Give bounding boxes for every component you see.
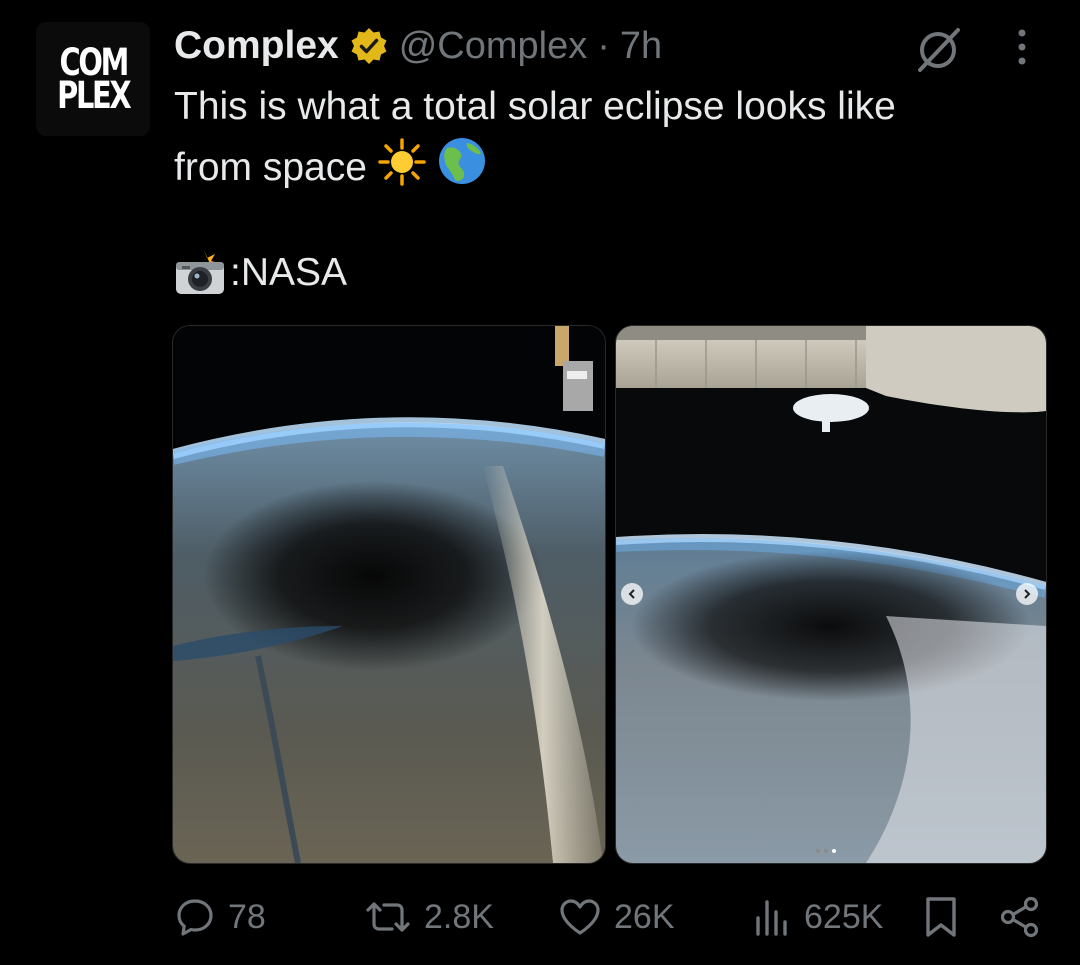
eclipse-photo-1-graphic — [173, 326, 605, 863]
repost-icon — [366, 902, 410, 932]
reply-icon — [177, 899, 213, 936]
tweet-text-line-1: This is what a total solar eclipse looks… — [174, 85, 896, 128]
repost-count: 2.8K — [424, 897, 494, 936]
analytics-icon — [756, 900, 787, 936]
tweet-action-bar: 78 2.8K 26K 625K — [0, 885, 1080, 949]
like-count: 26K — [614, 897, 675, 936]
photo-credit: :NASA — [174, 250, 347, 296]
share-button[interactable] — [998, 885, 1042, 949]
avatar-logo: COM PLEX — [56, 41, 131, 117]
timestamp[interactable]: 7h — [620, 25, 662, 68]
globe-americas-emoji-icon — [438, 138, 485, 184]
chevron-left-icon — [628, 589, 635, 599]
author-handle[interactable]: @Complex — [399, 25, 588, 68]
verified-badge-icon — [351, 28, 387, 64]
reply-count: 78 — [228, 897, 266, 936]
credit-text: :NASA — [230, 251, 348, 294]
eclipse-photo-2-graphic — [616, 326, 1046, 863]
view-count: 625K — [804, 897, 884, 936]
repost-button[interactable]: 2.8K — [364, 885, 494, 949]
reply-button[interactable]: 78 — [174, 885, 266, 949]
like-button[interactable]: 26K — [558, 885, 675, 949]
bookmark-button[interactable] — [922, 885, 960, 949]
grok-icon[interactable] — [912, 24, 964, 76]
chevron-right-icon — [1024, 589, 1031, 599]
avatar[interactable]: COM PLEX — [36, 22, 150, 136]
camera-flash-emoji-icon — [176, 250, 224, 294]
views-button[interactable]: 625K — [752, 885, 883, 949]
carousel-dots — [816, 849, 836, 853]
tweet-text: This is what a total solar eclipse looks… — [174, 78, 1034, 197]
carousel-prev-button[interactable] — [621, 583, 643, 605]
more-options-icon[interactable] — [1010, 27, 1034, 67]
eclipse-photo-2[interactable] — [615, 325, 1047, 864]
tweet-header: Complex @Complex · 7h — [174, 22, 662, 70]
sun-emoji-icon — [378, 138, 426, 186]
carousel-next-button[interactable] — [1016, 583, 1038, 605]
separator-dot: · — [597, 24, 610, 67]
eclipse-photo-1[interactable] — [172, 325, 606, 864]
bookmark-icon — [926, 897, 956, 937]
share-icon — [1000, 896, 1039, 938]
heart-icon — [560, 899, 600, 935]
author-name[interactable]: Complex — [174, 24, 339, 68]
tweet-text-line-2: from space — [174, 136, 1034, 197]
